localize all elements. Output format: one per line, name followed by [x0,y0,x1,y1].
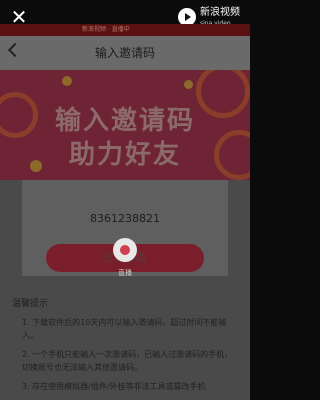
status-text: 新浪视频 · 直播中 [82,26,130,33]
banner-headline: 输入邀请码 [54,106,195,136]
tip-item: 3. 存在使用模拟器/插件/外挂等非法工具或篡改手机 [22,382,206,391]
status-strip: 新浪视频 · 直播中 [0,24,250,36]
invite-code-field[interactable]: 8361238821 [0,212,250,225]
coin-icon [62,76,72,86]
live-hint: 直播 [118,269,132,277]
page-header: 输入邀请码 [0,36,250,70]
live-spinner-icon [113,238,137,262]
tip-item: 2. 一个手机只能输入一次邀请码，已输入过邀请码的手机，切换账号也无法输入其他邀… [22,350,233,372]
brand-name: 新浪视频 [200,7,240,18]
promo-banner: 输入邀请码 助力好友 [0,70,250,180]
coin-icon [184,80,193,89]
banner-subheadline: 助力好友 [68,140,181,170]
tip-item: 1. 下载软件后的10天内可以输入邀请码，超过时间不能输入。 [22,318,227,340]
page-title: 输入邀请码 [94,46,155,60]
tips-title: 温馨提示 [12,299,49,309]
